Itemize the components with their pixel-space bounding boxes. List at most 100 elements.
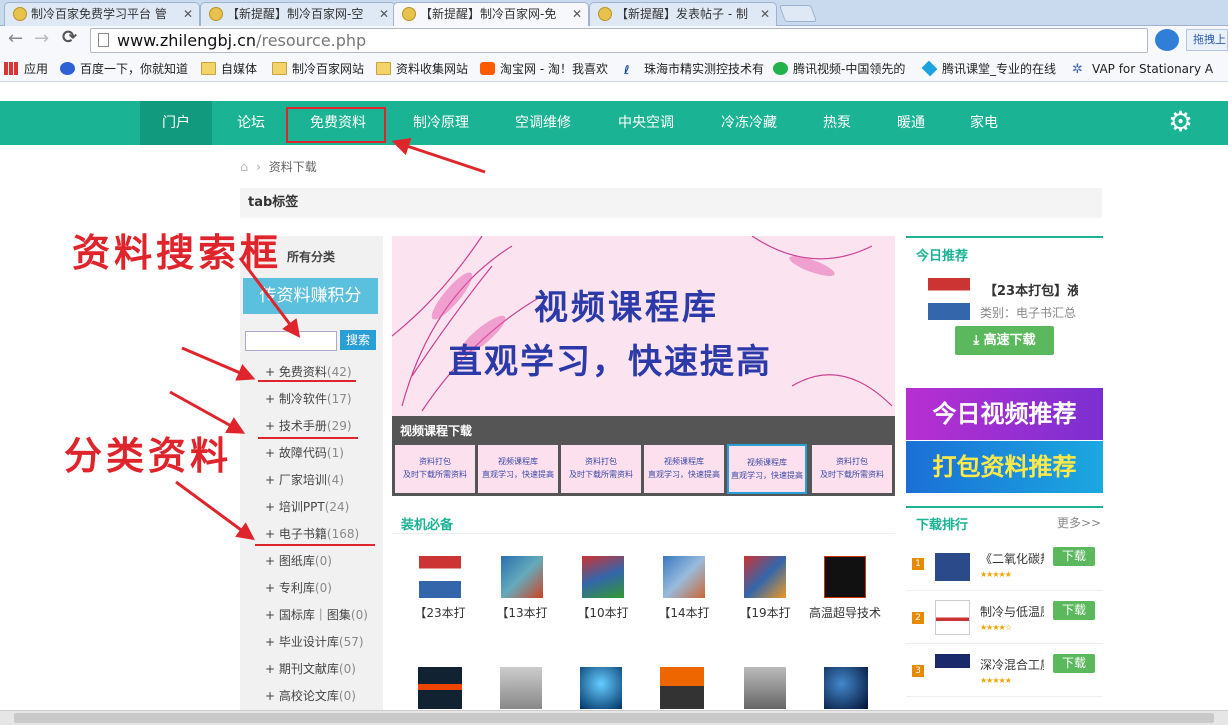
bookmark-folder[interactable]: 制冷百家网站 xyxy=(272,61,364,77)
category-item[interactable]: + 国标库｜图集(0) xyxy=(265,606,368,623)
course-thumbnail-selected[interactable]: 视频课程库 直观学习，快速提高 xyxy=(727,444,807,494)
bookmark-vap[interactable]: ✲ VAP for Stationary A xyxy=(1072,61,1222,77)
category-item[interactable]: + 技术手册(29) xyxy=(265,417,352,434)
nav-item-ac-repair[interactable]: 空调维修 xyxy=(495,101,591,145)
download-button[interactable]: 下载 xyxy=(1053,547,1095,566)
ranking-title[interactable]: 《二氧化碳热 xyxy=(980,550,1044,567)
close-tab-icon[interactable]: ✕ xyxy=(183,3,193,25)
forward-icon[interactable]: → xyxy=(34,28,49,49)
fast-download-button[interactable]: ⤓ 高速下载 xyxy=(955,326,1054,355)
bookmark-label: 淘宝网 - 淘！我喜欢 xyxy=(500,62,608,76)
download-button[interactable]: 下载 xyxy=(1053,654,1095,673)
breadcrumb-current[interactable]: 资料下载 xyxy=(269,160,317,174)
bookmark-folder[interactable]: 资料收集网站 xyxy=(376,61,468,77)
category-item[interactable]: + 专利库(0) xyxy=(265,579,332,596)
book-cover-icon[interactable] xyxy=(418,667,462,709)
browser-tab[interactable]: 制冷百家免费学习平台 管 ✕ xyxy=(4,2,200,26)
browser-tab-active[interactable]: 【新提醒】制冷百家网-免 ✕ xyxy=(393,2,589,27)
more-link[interactable]: 更多>> xyxy=(1057,514,1101,531)
category-item[interactable]: + 制冷软件(17) xyxy=(265,390,352,407)
category-item[interactable]: + 故障代码(1) xyxy=(265,444,344,461)
book-title: 高温超导技术 xyxy=(808,606,881,620)
book-cover-icon[interactable] xyxy=(935,654,970,689)
baidu-cloud-icon[interactable] xyxy=(1155,29,1179,51)
course-thumbnail[interactable]: 资料打包 及时下载所需资料 xyxy=(561,445,641,493)
category-item[interactable]: + 电子书籍(168) xyxy=(265,525,359,542)
bookmark-zhuhai[interactable]: ℓ 珠海市精实测控技术有 xyxy=(624,61,764,77)
course-thumbnail[interactable]: 资料打包 及时下载所需资料 xyxy=(812,445,892,493)
search-input[interactable] xyxy=(245,331,337,351)
nav-item-appliances[interactable]: 家电 xyxy=(936,101,1032,145)
resource-book[interactable]: 【23本打 xyxy=(395,556,485,621)
category-item[interactable]: + 图纸库(0) xyxy=(265,552,332,569)
category-item[interactable]: + 期刊文献库(0) xyxy=(265,660,356,677)
resource-book[interactable]: 【13本打 xyxy=(477,556,567,621)
tab-title-bar: tab标签 xyxy=(240,188,1102,218)
bookmark-tencent-video[interactable]: 腾讯视频-中国领先的 xyxy=(773,61,913,77)
close-tab-icon[interactable]: ✕ xyxy=(379,3,389,25)
browser-tab[interactable]: 【新提醒】制冷百家网-空 ✕ xyxy=(200,2,396,26)
course-thumbnail[interactable]: 资料打包 及时下载所需资料 xyxy=(395,445,475,493)
resource-book[interactable]: 【14本打 xyxy=(639,556,729,621)
category-name: 故障代码 xyxy=(278,446,327,460)
home-icon[interactable]: ⌂ xyxy=(240,160,248,175)
video-course-banner[interactable]: 视频课程库 直观学习，快速提高 xyxy=(392,236,895,416)
category-item[interactable]: + 免费资料(42) xyxy=(265,363,352,380)
close-tab-icon[interactable]: ✕ xyxy=(760,3,770,25)
category-name: 专利库 xyxy=(278,581,315,595)
ranking-title[interactable]: 制冷与低温原 xyxy=(980,603,1044,620)
bookmark-baidu[interactable]: 百度一下，你就知道 xyxy=(60,61,188,77)
upload-earn-points-button[interactable]: 传资料赚积分 xyxy=(243,278,378,314)
rank-badge: 2 xyxy=(912,612,924,624)
course-thumbnail[interactable]: 视频课程库 直观学习，快速提高 xyxy=(644,445,724,493)
bookmark-taobao[interactable]: 淘宝网 - 淘！我喜欢 xyxy=(480,61,615,77)
bookmark-folder[interactable]: 自媒体 xyxy=(201,61,257,77)
book-cover-icon[interactable] xyxy=(744,667,786,709)
book-cover-icon[interactable] xyxy=(660,667,704,709)
nav-item-principles[interactable]: 制冷原理 xyxy=(393,101,489,145)
book-cover-icon[interactable] xyxy=(580,667,622,709)
extension-button[interactable]: 拖拽上 xyxy=(1186,29,1228,51)
ranking-title[interactable]: 深冷混合工质 xyxy=(980,656,1044,673)
category-item[interactable]: + 毕业设计库(57) xyxy=(265,633,364,650)
book-cover-icon[interactable] xyxy=(928,278,970,320)
package-recommend-banner[interactable]: 打包资料推荐 xyxy=(906,441,1103,493)
book-cover-icon[interactable] xyxy=(935,600,970,635)
resource-book[interactable]: 【10本打 xyxy=(558,556,648,621)
new-tab-button[interactable] xyxy=(778,5,818,22)
address-bar[interactable]: www.zhilengbj.cn/resource.php xyxy=(90,28,1148,53)
settings-gear-icon[interactable]: ⚙ xyxy=(1168,107,1193,137)
search-button[interactable]: 搜索 xyxy=(340,330,376,350)
resource-book[interactable]: 【19本打 xyxy=(720,556,810,621)
back-icon[interactable]: ← xyxy=(8,28,23,49)
nav-item-forum[interactable]: 论坛 xyxy=(203,101,299,145)
bookmark-apps[interactable]: 应用 xyxy=(4,61,48,77)
divider xyxy=(906,590,1103,591)
scrollbar-thumb[interactable] xyxy=(14,713,1214,723)
highlight-box xyxy=(286,107,386,143)
horizontal-scrollbar[interactable] xyxy=(0,710,1228,725)
bookmark-label: 制冷百家网站 xyxy=(292,62,365,76)
category-name: 毕业设计库 xyxy=(278,635,339,649)
reload-icon[interactable]: ⟳ xyxy=(62,27,77,48)
nav-item-home[interactable]: 门户 xyxy=(140,101,212,145)
category-item[interactable]: + 高校论文库(0) xyxy=(265,687,356,704)
today-item-title[interactable]: 【23本打包】液 xyxy=(984,280,1078,299)
category-count: (42) xyxy=(326,365,352,379)
book-cover-icon[interactable] xyxy=(500,667,542,709)
category-item[interactable]: + 厂家培训(4) xyxy=(265,471,344,488)
course-thumbnail[interactable]: 视频课程库 直观学习，快速提高 xyxy=(478,445,558,493)
browser-tab[interactable]: 【新提醒】发表帖子 - 制 ✕ xyxy=(589,2,777,26)
video-recommend-banner[interactable]: 今日视频推荐 xyxy=(906,388,1103,440)
rating-stars-icon: ★★★★★ xyxy=(980,676,1012,685)
nav-item-central-ac[interactable]: 中央空调 xyxy=(598,101,694,145)
book-cover-icon[interactable] xyxy=(935,546,970,581)
download-button[interactable]: 下载 xyxy=(1053,601,1095,620)
book-cover-icon[interactable] xyxy=(824,667,868,709)
category-item[interactable]: + 培训PPT(24) xyxy=(265,498,349,515)
bookmark-tencent-class[interactable]: 腾讯课堂_专业的在线 xyxy=(922,61,1062,77)
category-count: (0) xyxy=(314,554,332,568)
nav-item-freezing[interactable]: 冷冻冷藏 xyxy=(701,101,797,145)
resource-book[interactable]: 高温超导技术 xyxy=(800,556,890,621)
close-tab-icon[interactable]: ✕ xyxy=(572,3,582,25)
